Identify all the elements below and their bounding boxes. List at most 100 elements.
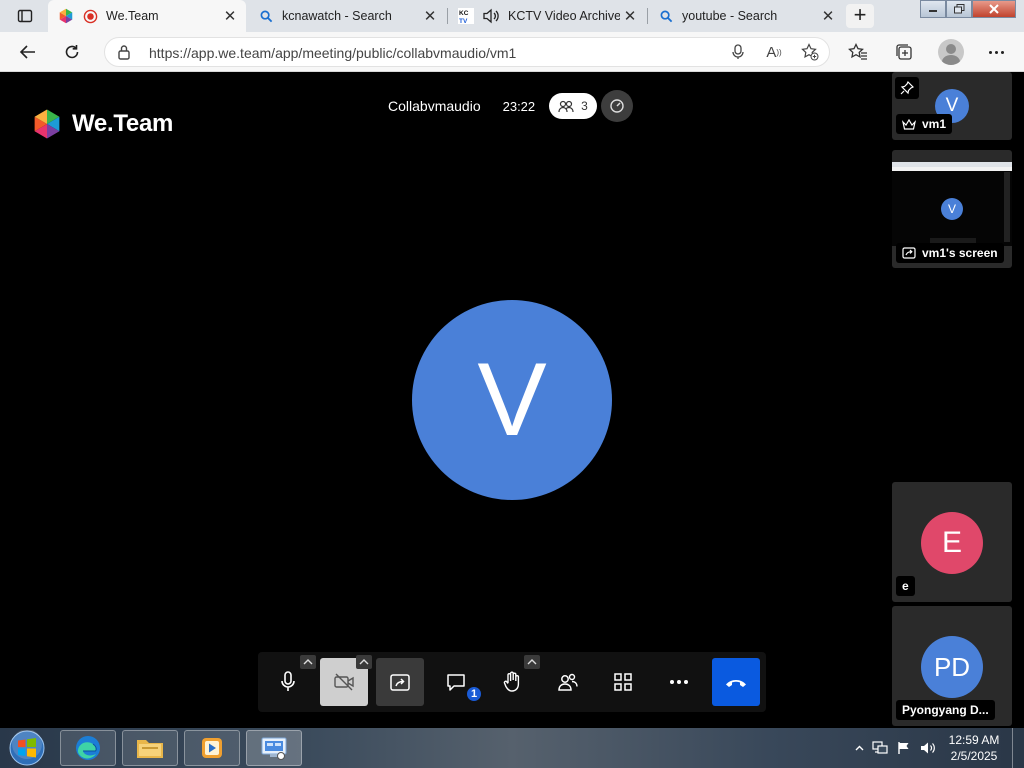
- recording-icon: [82, 8, 98, 24]
- tab-actions-icon[interactable]: [8, 4, 42, 28]
- tile-avatar: E: [921, 512, 983, 574]
- close-tab-icon[interactable]: ✕: [220, 7, 240, 25]
- tab-title: KCTV Video Archive: [508, 9, 620, 23]
- taskbar-media-player[interactable]: [184, 730, 240, 766]
- address-bar-row: https://app.we.team/app/meeting/public/c…: [0, 32, 1024, 72]
- monitor-app-icon: [261, 737, 287, 760]
- reactions-options-caret[interactable]: [524, 655, 540, 669]
- connection-speed-button[interactable]: [600, 90, 633, 122]
- svg-text:TV: TV: [459, 18, 468, 24]
- leave-meeting-button[interactable]: [712, 658, 760, 706]
- collections-icon[interactable]: [894, 42, 914, 67]
- edge-browser-icon: [76, 736, 100, 760]
- camera-options-caret[interactable]: [356, 655, 372, 669]
- kctv-icon: KC TV: [458, 8, 474, 24]
- tile-label: vm1's screen: [896, 243, 1004, 263]
- refresh-icon[interactable]: [60, 40, 84, 64]
- svg-text:KC: KC: [459, 10, 469, 17]
- close-tab-icon[interactable]: ✕: [420, 7, 440, 25]
- network-icon[interactable]: [868, 741, 892, 755]
- tab-title: youtube - Search: [682, 9, 778, 23]
- tile-avatar: PD: [921, 636, 983, 698]
- tab-kctv-video-archive[interactable]: KC TV KCTV Video Archive ✕: [448, 0, 646, 32]
- participants-icon: [558, 673, 578, 691]
- weteam-logo-icon: [58, 8, 74, 24]
- search-icon: [258, 8, 274, 24]
- tile-view-button[interactable]: [599, 658, 647, 706]
- microphone-options-caret[interactable]: [300, 655, 316, 669]
- hangup-icon: [726, 680, 746, 687]
- weteam-logo-icon: [34, 109, 60, 139]
- chat-icon: [447, 673, 465, 691]
- windows-start-icon: [9, 730, 45, 766]
- participants-button[interactable]: [544, 658, 592, 706]
- main-speaker-avatar: V: [412, 300, 612, 500]
- filmstrip-tile-pyongyang[interactable]: PD Pyongyang D...: [892, 606, 1012, 726]
- clock-date: 2/5/2025: [950, 749, 998, 763]
- media-player-icon: [202, 738, 222, 758]
- more-icon: [670, 680, 688, 684]
- speaker-icon[interactable]: [482, 8, 500, 24]
- windows-taskbar: 12:59 AM 2/5/2025: [0, 728, 1024, 768]
- search-icon: [658, 8, 674, 24]
- meeting-timer: 23:22: [502, 98, 536, 114]
- taskbar-edge[interactable]: [60, 730, 116, 766]
- meeting-name: Collabvmaudio: [388, 98, 481, 114]
- close-tab-icon[interactable]: ✕: [620, 7, 640, 25]
- settings-more-icon[interactable]: [984, 42, 1008, 62]
- restore-icon[interactable]: [946, 0, 972, 18]
- browser-tab-strip: We.Team ✕ kcnawatch - Search ✕ KC TV KCTV…: [0, 0, 1024, 32]
- filmstrip-tile-vm1-screen[interactable]: V vm1's screen: [892, 150, 1012, 268]
- show-hidden-icons-icon[interactable]: [850, 745, 868, 751]
- show-desktop-button[interactable]: [1012, 728, 1024, 768]
- grid-icon: [614, 673, 632, 691]
- taskbar-file-explorer[interactable]: [122, 730, 178, 766]
- more-options-button[interactable]: [655, 658, 703, 706]
- tab-kcnawatch-search[interactable]: kcnawatch - Search ✕: [248, 0, 446, 32]
- share-screen-button[interactable]: [376, 658, 424, 706]
- tab-title: kcnawatch - Search: [282, 9, 392, 23]
- chat-unread-badge: 1: [465, 685, 483, 703]
- screen-share-icon: [390, 673, 410, 691]
- clock-time: 12:59 AM: [948, 733, 1000, 747]
- tile-label: e: [896, 576, 915, 596]
- crown-icon: [902, 118, 916, 130]
- tab-title: We.Team: [106, 9, 159, 23]
- participants-icon: [558, 100, 574, 112]
- filmstrip-tile-vm1[interactable]: V vm1: [892, 72, 1012, 140]
- close-window-icon[interactable]: [972, 0, 1016, 18]
- taskbar-clock[interactable]: 12:59 AM 2/5/2025: [940, 732, 1008, 764]
- favorites-icon[interactable]: [848, 42, 868, 66]
- tab-youtube-search[interactable]: youtube - Search ✕: [648, 0, 844, 32]
- close-tab-icon[interactable]: ✕: [818, 7, 838, 25]
- minimize-icon[interactable]: [920, 0, 946, 18]
- url-field[interactable]: https://app.we.team/app/meeting/public/c…: [104, 37, 830, 67]
- tile-avatar: V: [941, 198, 963, 220]
- logo-text: We.Team: [72, 110, 174, 137]
- new-tab-button[interactable]: +: [846, 4, 874, 28]
- profile-avatar[interactable]: [938, 39, 964, 65]
- volume-icon[interactable]: [916, 741, 940, 755]
- tile-label: vm1: [896, 114, 953, 134]
- camera-off-icon: [334, 673, 354, 691]
- microphone-icon[interactable]: [729, 43, 747, 61]
- meeting-toolbar: 1: [258, 652, 766, 712]
- start-button[interactable]: [4, 729, 50, 767]
- meeting-header: Collabvmaudio 23:22 3: [376, 90, 633, 122]
- action-center-flag-icon[interactable]: [892, 741, 916, 755]
- participants-count-button[interactable]: 3: [549, 93, 597, 119]
- url-text: https://app.we.team/app/meeting/public/c…: [149, 45, 517, 61]
- back-arrow-icon[interactable]: [16, 40, 40, 64]
- add-favorite-icon[interactable]: [801, 43, 819, 61]
- speedometer-icon: [610, 99, 624, 113]
- system-tray: 12:59 AM 2/5/2025: [850, 728, 1024, 768]
- read-aloud-icon[interactable]: A)): [765, 43, 783, 61]
- weteam-logo[interactable]: We.Team: [32, 108, 173, 140]
- tile-label: Pyongyang D...: [896, 700, 995, 720]
- lock-icon[interactable]: [117, 44, 131, 65]
- tab-weteam[interactable]: We.Team ✕: [48, 0, 246, 32]
- participant-count: 3: [581, 99, 588, 113]
- filmstrip-tile-e[interactable]: E e: [892, 482, 1012, 602]
- pin-icon[interactable]: [895, 77, 919, 99]
- taskbar-remote-app[interactable]: [246, 730, 302, 766]
